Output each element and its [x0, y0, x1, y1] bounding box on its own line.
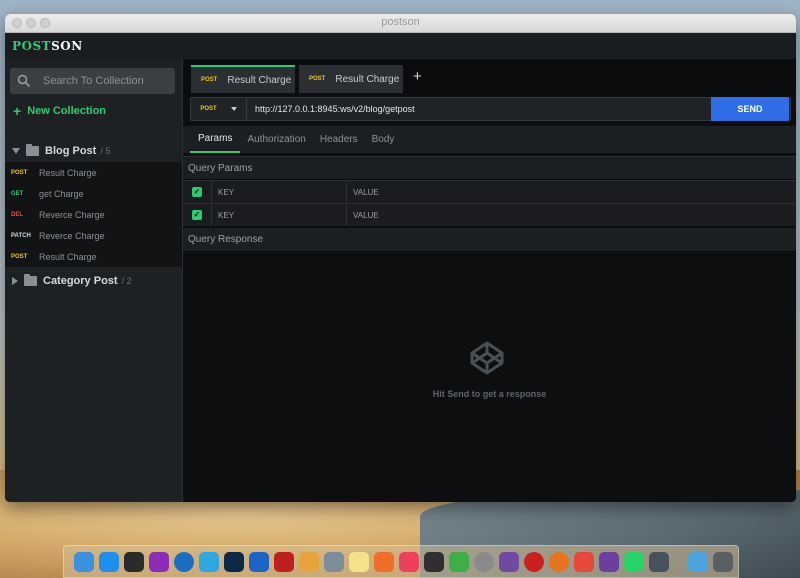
param-key[interactable]: KEY [212, 181, 347, 203]
method-badge: DEL [11, 211, 23, 218]
method-badge: POST [309, 76, 326, 82]
query-params-header: Query Params [183, 156, 796, 179]
dock-firefox-dev-icon[interactable] [249, 551, 269, 572]
request-label: Result Charge [39, 167, 97, 178]
dock-electron-icon[interactable] [649, 551, 669, 572]
subtab-params[interactable]: Params [190, 126, 241, 153]
tab-result-charge-2[interactable]: POST Result Charge [299, 65, 403, 93]
app-window: postson POSTSON + New Collection Blog Po… [5, 14, 796, 502]
dock-safari-icon[interactable] [99, 551, 119, 572]
dock-finder-icon[interactable] [74, 551, 94, 572]
request-tabs: POST Result Charge POST Result Charge + [183, 59, 796, 93]
method-value: POST [200, 106, 217, 112]
tab-result-charge-1[interactable]: POST Result Charge [191, 65, 295, 93]
request-item[interactable]: POST Result Charge [5, 162, 182, 183]
param-checkbox[interactable]: ✓ [192, 187, 202, 197]
subtab-headers[interactable]: Headers [313, 126, 365, 153]
request-item[interactable]: PATCH Reverce Charge [5, 225, 182, 246]
param-value[interactable]: VALUE [347, 181, 796, 203]
method-badge: PATCH [11, 232, 31, 239]
url-input[interactable]: http://127.0.0.1:8945:ws/v2/blog/getpost [247, 98, 790, 120]
request-list: POST Result Charge GET get Charge DEL Re… [5, 162, 182, 267]
sidebar: + New Collection Blog Post / 5 POST Resu… [5, 59, 183, 502]
empty-response-hint: Hit Send to get a response [432, 389, 547, 399]
request-item[interactable]: DEL Reverce Charge [5, 204, 182, 225]
app-logo: POSTSON [12, 39, 83, 53]
plus-icon: + [13, 102, 22, 119]
new-collection-label: New Collection [27, 105, 107, 117]
dock-rocket-icon[interactable] [499, 551, 519, 572]
request-label: Reverce Charge [39, 230, 105, 241]
caret-right-icon [12, 277, 18, 285]
request-label: Reverce Charge [39, 209, 105, 220]
dock-github-icon[interactable] [599, 551, 619, 572]
request-item[interactable]: GET get Charge [5, 183, 182, 204]
dock-photoshop-icon[interactable] [224, 551, 244, 572]
dock-whatsapp-icon[interactable] [624, 551, 644, 572]
chevron-down-icon [230, 107, 237, 111]
request-label: Result Charge [39, 251, 97, 262]
subtab-body[interactable]: Body [365, 126, 402, 153]
folder-name: Blog Post [45, 145, 97, 157]
subtab-authorization[interactable]: Authorization [240, 126, 312, 153]
dock-terminal-icon[interactable] [124, 551, 144, 572]
send-button[interactable]: SEND [711, 97, 789, 121]
param-key[interactable]: KEY [212, 204, 347, 226]
url-bar: POST http://127.0.0.1:8945:ws/v2/blog/ge… [190, 97, 791, 121]
dock-git-icon[interactable] [574, 551, 594, 572]
folder-count: / 5 [100, 146, 111, 156]
dock-telegram-icon[interactable] [199, 551, 219, 572]
dock-settings-icon[interactable] [474, 551, 494, 572]
dock-music-icon[interactable] [399, 551, 419, 572]
request-label: get Charge [39, 188, 84, 199]
folder-category-post[interactable]: Category Post / 2 [5, 270, 182, 292]
search-icon [17, 74, 31, 88]
main-panel: POST Result Charge POST Result Charge + … [183, 59, 796, 502]
method-select[interactable]: POST [191, 98, 247, 120]
dock-chrome-icon[interactable] [299, 551, 319, 572]
query-response-header: Query Response [183, 228, 796, 251]
folder-blog-post[interactable]: Blog Post / 5 [5, 140, 182, 163]
search-box[interactable] [10, 68, 175, 94]
param-row: ✓ KEY VALUE [183, 180, 796, 203]
dock-safari-icon[interactable] [374, 551, 394, 572]
dock-notes-icon[interactable] [349, 551, 369, 572]
request-subtabs: Params Authorization Headers Body [183, 126, 796, 153]
dock-quicktime-icon[interactable] [174, 551, 194, 572]
window-title: postson [381, 16, 420, 28]
param-checkbox[interactable]: ✓ [192, 210, 202, 220]
method-badge: POST [201, 77, 218, 83]
request-item[interactable]: POST Result Charge [5, 246, 182, 267]
search-input[interactable] [41, 74, 165, 88]
tab-label: Result Charge [335, 73, 400, 85]
dock [63, 545, 739, 578]
method-badge: GET [11, 190, 24, 197]
dock-phpstorm-icon[interactable] [149, 551, 169, 572]
caret-down-icon [12, 148, 20, 154]
dock-filezilla-icon[interactable] [274, 551, 294, 572]
add-tab-button[interactable]: + [413, 68, 422, 85]
dock-launchpad-icon[interactable] [324, 551, 344, 572]
folder-icon [26, 144, 39, 156]
dock-android-icon[interactable] [449, 551, 469, 572]
folder-count: / 2 [121, 276, 132, 286]
method-badge: POST [11, 169, 28, 176]
tab-label: Result Charge [227, 74, 292, 86]
folder-name: Category Post [43, 275, 118, 287]
param-row: ✓ KEY VALUE [183, 203, 796, 226]
dock-firefox-icon[interactable] [549, 551, 569, 572]
dock-trash-icon[interactable] [713, 551, 733, 572]
new-collection-button[interactable]: + New Collection [13, 102, 107, 119]
method-badge: POST [11, 253, 28, 260]
dock-vectorize-icon[interactable] [424, 551, 444, 572]
app-header: POSTSON [5, 33, 796, 60]
dock-downloads-icon[interactable] [688, 551, 708, 572]
codepen-icon [470, 341, 504, 375]
param-value[interactable]: VALUE [347, 204, 796, 226]
title-bar[interactable]: postson [5, 14, 796, 33]
dock-opera-icon[interactable] [524, 551, 544, 572]
folder-icon [24, 274, 37, 286]
